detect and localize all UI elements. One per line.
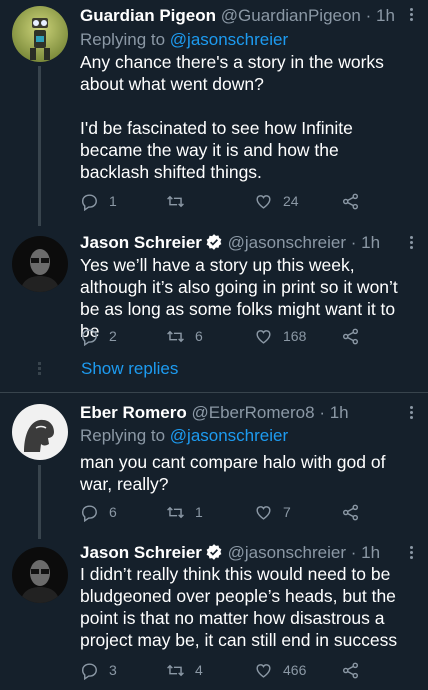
like-count: 7 <box>283 504 291 520</box>
reply-icon <box>82 504 97 522</box>
retweet-icon <box>167 330 184 342</box>
avatar-jason-schreier[interactable] <box>12 547 68 603</box>
reply-icon <box>82 662 97 680</box>
user-handle[interactable]: @EberRomero8 <box>191 403 314 422</box>
like-icon <box>256 329 271 344</box>
share-icon <box>342 328 359 344</box>
reply-button[interactable]: 3 <box>80 658 117 682</box>
tweet-jason-schreier-1[interactable]: Jason Schreier @jasonschreier · 1h Yes w… <box>0 222 428 392</box>
display-name[interactable]: Guardian Pigeon <box>80 6 216 25</box>
replying-to-label: Replying to <box>80 426 170 445</box>
reply-count: 1 <box>109 193 117 209</box>
retweet-count: 1 <box>195 504 203 520</box>
like-count: 466 <box>283 662 307 678</box>
reply-count: 6 <box>109 504 117 520</box>
timestamp[interactable]: 1h <box>361 543 380 562</box>
share-icon <box>342 193 359 209</box>
like-count: 168 <box>283 328 307 344</box>
more-icon[interactable] <box>410 236 414 251</box>
retweet-icon <box>167 664 184 676</box>
timestamp[interactable]: 1h <box>330 403 349 422</box>
robot-avatar-image <box>12 6 68 62</box>
separator-dot: · <box>350 543 357 562</box>
share-icon <box>342 504 359 520</box>
profile-face-avatar-image <box>12 404 68 460</box>
share-button[interactable] <box>341 189 360 213</box>
avatar-eber-romero[interactable] <box>12 404 68 460</box>
retweet-count: 6 <box>195 328 203 344</box>
tweet-header: Jason Schreier @jasonschreier · 1h <box>80 542 400 563</box>
portrait-avatar-image <box>12 236 68 292</box>
retweet-button[interactable]: 1 <box>166 500 203 524</box>
reply-icon <box>82 328 97 346</box>
share-button[interactable] <box>341 658 360 682</box>
like-icon <box>256 505 271 520</box>
display-name[interactable]: Eber Romero <box>80 403 187 422</box>
tweet-header: Jason Schreier @jasonschreier · 1h <box>80 232 400 253</box>
reply-button[interactable]: 1 <box>80 189 117 213</box>
tweet-text: man you cant compare halo with god of wa… <box>80 452 391 494</box>
portrait-avatar-image <box>12 547 68 603</box>
separator-dot: · <box>350 233 357 252</box>
replying-to: Replying to @jasonschreier <box>80 425 288 446</box>
tweet-jason-schreier-2[interactable]: Jason Schreier @jasonschreier · 1h I did… <box>0 533 428 690</box>
tweet-header: Eber Romero @EberRomero8 · 1h <box>80 402 400 423</box>
reply-count: 3 <box>109 662 117 678</box>
like-icon <box>256 194 271 209</box>
tweet-eber-romero[interactable]: Eber Romero @EberRomero8 · 1h Replying t… <box>0 393 428 539</box>
replying-to-link[interactable]: @jasonschreier <box>170 426 288 445</box>
separator-dot: · <box>319 403 325 422</box>
tweet-text: Any chance there's a story in the works … <box>80 52 384 182</box>
separator-dot: · <box>365 6 372 25</box>
tweet-actions: 1 24 <box>80 189 380 213</box>
show-replies-dots <box>38 362 41 377</box>
verified-badge-icon <box>206 544 222 560</box>
show-replies-link[interactable]: Show replies <box>81 359 178 379</box>
tweet-actions: 6 1 7 <box>80 500 380 524</box>
share-button[interactable] <box>341 500 360 524</box>
user-handle[interactable]: @jasonschreier <box>228 233 346 252</box>
share-icon <box>342 662 359 678</box>
avatar-guardian-pigeon[interactable] <box>12 6 68 62</box>
replying-to-link[interactable]: @jasonschreier <box>170 30 288 49</box>
replying-to: Replying to @jasonschreier <box>80 29 288 50</box>
retweet-count: 4 <box>195 662 203 678</box>
replying-to-label: Replying to <box>80 30 170 49</box>
more-icon[interactable] <box>410 406 414 421</box>
like-button[interactable]: 466 <box>254 658 306 682</box>
tweet-header: Guardian Pigeon @GuardianPigeon · 1h <box>80 5 400 26</box>
like-button[interactable]: 24 <box>254 189 299 213</box>
like-button[interactable]: 168 <box>254 324 306 348</box>
thread-line <box>38 465 41 539</box>
reply-button[interactable]: 6 <box>80 500 117 524</box>
timestamp[interactable]: 1h <box>376 6 395 25</box>
more-icon[interactable] <box>410 8 414 23</box>
timestamp[interactable]: 1h <box>361 233 380 252</box>
retweet-icon <box>167 195 184 207</box>
like-icon <box>256 663 271 678</box>
display-name[interactable]: Jason Schreier <box>80 233 202 252</box>
avatar-jason-schreier[interactable] <box>12 236 68 292</box>
reply-icon <box>82 193 97 211</box>
retweet-button[interactable]: 6 <box>166 324 203 348</box>
share-button[interactable] <box>341 324 360 348</box>
verified-badge-icon <box>206 234 222 250</box>
tweet-guardian-pigeon[interactable]: Guardian Pigeon @GuardianPigeon · 1h Rep… <box>0 0 428 226</box>
like-button[interactable]: 7 <box>254 500 291 524</box>
thread-line <box>38 66 41 226</box>
user-handle[interactable]: @jasonschreier <box>228 543 346 562</box>
tweet-actions: 3 4 466 <box>80 658 380 682</box>
retweet-icon <box>167 506 184 518</box>
retweet-button[interactable]: 4 <box>166 658 203 682</box>
user-handle[interactable]: @GuardianPigeon <box>221 6 361 25</box>
like-count: 24 <box>283 193 299 209</box>
reply-button[interactable]: 2 <box>80 324 117 348</box>
tweet-actions: 2 6 168 <box>80 324 380 348</box>
tweet-text: I didn’t really think this would need to… <box>80 564 401 650</box>
display-name[interactable]: Jason Schreier <box>80 543 202 562</box>
more-icon[interactable] <box>410 546 414 561</box>
retweet-button[interactable] <box>166 189 195 213</box>
reply-count: 2 <box>109 328 117 344</box>
